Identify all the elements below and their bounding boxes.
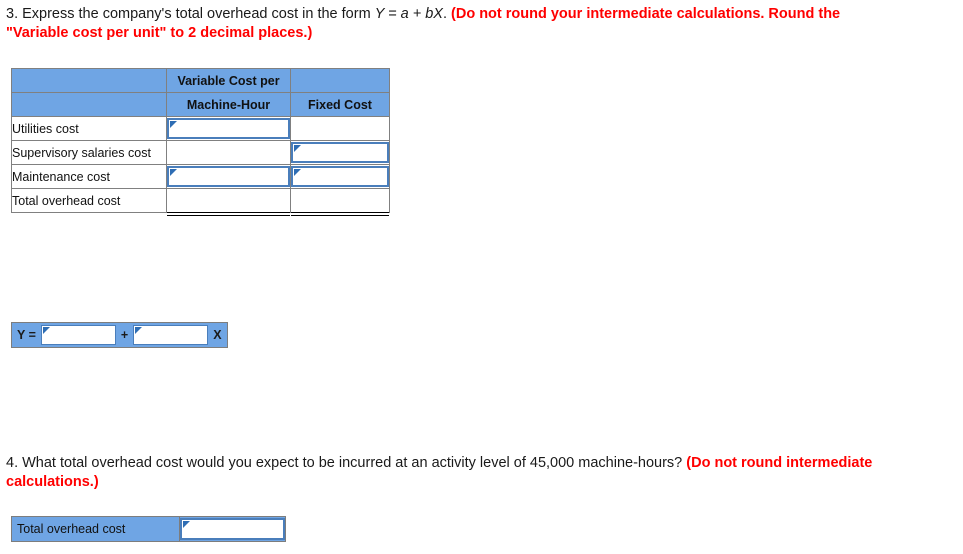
row-label-supervisory-salaries-cost: Supervisory salaries cost	[11, 140, 167, 165]
supervisory-fixed-cost-cell[interactable]	[290, 140, 390, 165]
table-row-total: Total overhead cost	[11, 188, 390, 216]
utilities-fixed-cost-input[interactable]	[291, 118, 389, 139]
slope-b-input[interactable]	[133, 325, 209, 345]
maintenance-variable-cost-cell[interactable]	[166, 164, 291, 189]
row-label-total-overhead-cost: Total overhead cost	[11, 188, 167, 213]
question-3-note-line2: "Variable cost per unit" to 2 decimal pl…	[6, 25, 313, 41]
q4-total-overhead-cost-input[interactable]	[180, 518, 285, 540]
question-4-note-line1: (Do not round intermediate	[686, 455, 873, 471]
question-3-text: 3. Express the company's total overhead …	[6, 5, 956, 43]
total-variable-cost-input[interactable]	[167, 190, 290, 211]
y-equals-label: Y =	[12, 323, 41, 347]
total-variable-cost-cell[interactable]	[166, 188, 291, 216]
header-corner-cell-2	[11, 92, 167, 117]
entry-marker-icon	[294, 169, 301, 176]
question-3-number: 3.	[6, 6, 19, 22]
entry-marker-icon	[294, 145, 301, 152]
y-equation-answer-row: Y = + X	[11, 322, 228, 348]
entry-marker-icon	[135, 327, 143, 334]
maintenance-variable-cost-input[interactable]	[167, 166, 290, 187]
question-4-number: 4.	[6, 455, 19, 471]
header-variable-cost-per: Variable Cost per	[166, 68, 291, 93]
q4-row-label-total-overhead-cost: Total overhead cost	[11, 516, 180, 542]
header-fixed-cost-top	[290, 68, 390, 93]
q4-total-overhead-cost-cell[interactable]	[179, 516, 286, 542]
question-3-after: .	[442, 6, 452, 22]
table-row: Total overhead cost	[11, 516, 286, 542]
table-header-row-1: Variable Cost per	[11, 68, 390, 93]
supervisory-fixed-cost-input[interactable]	[291, 142, 389, 163]
entry-marker-icon	[170, 121, 177, 128]
supervisory-variable-cost-cell[interactable]	[166, 140, 291, 165]
utilities-variable-cost-input[interactable]	[167, 118, 290, 139]
entry-marker-icon	[183, 521, 190, 528]
question-3-formula: Y = a + bX	[374, 6, 443, 22]
maintenance-fixed-cost-cell[interactable]	[290, 164, 390, 189]
q4-answer-table: Total overhead cost	[11, 516, 286, 542]
question-4-body: What total overhead cost would you expec…	[18, 455, 687, 471]
header-machine-hour: Machine-Hour	[166, 92, 291, 117]
utilities-fixed-cost-cell[interactable]	[290, 116, 390, 141]
header-corner-cell	[11, 68, 167, 93]
question-4-text: 4. What total overhead cost would you ex…	[6, 454, 958, 492]
table-row: Supervisory salaries cost	[11, 140, 390, 165]
table-row: Utilities cost	[11, 116, 390, 141]
plus-operator-label: +	[115, 323, 134, 347]
supervisory-variable-cost-input[interactable]	[167, 142, 290, 163]
maintenance-fixed-cost-input[interactable]	[291, 166, 389, 187]
table-row: Maintenance cost	[11, 164, 390, 189]
header-fixed-cost: Fixed Cost	[290, 92, 390, 117]
total-double-rule	[291, 212, 389, 216]
table-header-row-2: Machine-Hour Fixed Cost	[11, 92, 390, 117]
question-3-body: Express the company's total overhead cos…	[18, 6, 375, 22]
utilities-variable-cost-cell[interactable]	[166, 116, 291, 141]
row-label-maintenance-cost: Maintenance cost	[11, 164, 167, 189]
total-fixed-cost-input[interactable]	[291, 190, 389, 211]
intercept-a-input[interactable]	[40, 325, 116, 345]
entry-marker-icon	[42, 327, 50, 334]
row-label-utilities-cost: Utilities cost	[11, 116, 167, 141]
overhead-cost-table: Variable Cost per Machine-Hour Fixed Cos…	[11, 68, 390, 216]
question-4-note-line2: calculations.)	[6, 474, 99, 490]
total-fixed-cost-cell[interactable]	[290, 188, 390, 216]
entry-marker-icon	[170, 169, 177, 176]
question-3-note-line1: (Do not round your intermediate calculat…	[451, 6, 841, 22]
x-variable-label: X	[208, 323, 227, 347]
total-double-rule	[167, 212, 290, 216]
